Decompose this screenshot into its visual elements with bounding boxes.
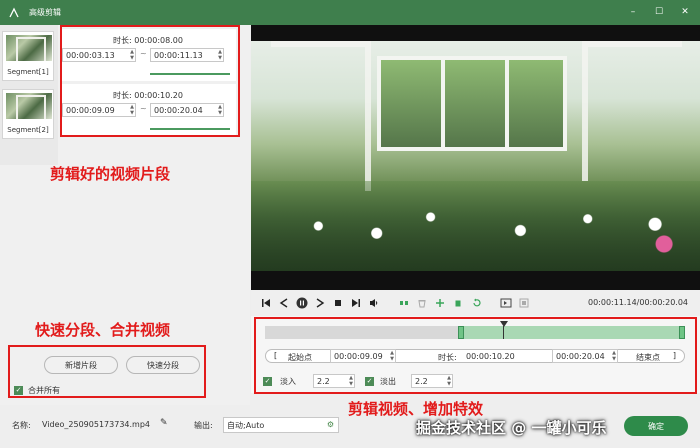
next-frame-icon[interactable] [313, 296, 327, 310]
fade-out-checkbox[interactable]: ✓ [365, 377, 374, 386]
merge-all-label: 合并所有 [28, 386, 60, 395]
confirm-button[interactable]: 确定 [624, 416, 688, 436]
video-frame [251, 41, 700, 271]
left-bracket-icon: [ [274, 351, 278, 360]
fade-controls: ✓ 淡入 2.2 ▲ ▼ ✓ 淡出 2.2 ▲ ▼ [263, 374, 463, 388]
spinner-icon[interactable]: ▲ ▼ [447, 375, 451, 387]
undo-icon[interactable] [469, 296, 483, 310]
playhead-line [503, 326, 504, 339]
add-segment-button[interactable]: 新增片段 [44, 356, 118, 374]
title-bar: 高级剪辑 – ☐ ✕ [0, 0, 700, 25]
fade-out-input[interactable]: 2.2 ▲ ▼ [411, 374, 453, 388]
highlight-box [60, 25, 240, 137]
screen-icon[interactable] [517, 296, 531, 310]
right-bracket-icon: ] [672, 351, 676, 360]
flower-foreground [251, 181, 700, 271]
time-range-row: [ 起始点 00:00:09.09 ▲ ▼ 时长: 00:00:10.20 00:0… [265, 349, 685, 363]
video-thumbnail [6, 93, 52, 119]
previous-frame-icon[interactable] [277, 296, 291, 310]
edit-annotation: 剪辑视频、增加特效 [348, 400, 484, 418]
skip-end-icon[interactable] [349, 296, 363, 310]
crop-icon[interactable] [499, 296, 513, 310]
segments-annotation: 剪辑好的视频片段 [50, 165, 171, 183]
output-label: 输出: [194, 421, 213, 430]
skip-start-icon[interactable] [259, 296, 273, 310]
playhead-marker[interactable] [500, 321, 508, 327]
delete-icon[interactable] [415, 296, 429, 310]
spinner-icon[interactable]: ▲ ▼ [390, 350, 394, 362]
fade-in-input[interactable]: 2.2 ▲ ▼ [313, 374, 355, 388]
start-handle[interactable] [458, 326, 464, 339]
segment-thumbnail-2[interactable]: Segment[2] [2, 89, 54, 139]
segment-thumbnail-1[interactable]: Segment[1] [2, 31, 54, 81]
spinner-icon[interactable]: ▲ ▼ [612, 350, 616, 362]
end-time-input[interactable]: 00:00:20.04 ▲ ▼ [552, 349, 618, 363]
duration-value: 00:00:10.20 [466, 352, 515, 361]
playback-time: 00:00:11.14/00:00:20.04 [588, 298, 688, 307]
gear-icon[interactable]: ⚙ [327, 420, 334, 429]
timeline-panel: [ 起始点 00:00:09.09 ▲ ▼ 时长: 00:00:10.20 00:0… [251, 316, 700, 394]
minimize-button[interactable]: – [626, 5, 640, 19]
split-annotation: 快速分段、合并视频 [35, 321, 171, 339]
split-icon[interactable] [397, 296, 411, 310]
close-button[interactable]: ✕ [678, 5, 692, 19]
file-name: Video_250905173734.mp4 [42, 420, 150, 429]
edit-icon[interactable]: ✎ [160, 418, 168, 428]
window-frame-left [271, 41, 371, 191]
fade-out-label: 淡出 [380, 377, 396, 386]
timeline-selection [460, 326, 685, 339]
output-select[interactable]: 自动;Auto ⚙ [223, 417, 339, 433]
window-view [377, 56, 567, 151]
end-handle[interactable] [679, 326, 685, 339]
start-point-button[interactable]: 起始点 [288, 352, 312, 363]
quick-split-button[interactable]: 快速分段 [126, 356, 200, 374]
fade-in-checkbox[interactable]: ✓ [263, 377, 272, 386]
duration-label: 时长: [438, 353, 457, 362]
maximize-button[interactable]: ☐ [652, 5, 666, 19]
copy-icon[interactable] [451, 296, 465, 310]
start-time-input[interactable]: 00:00:09.09 ▲ ▼ [330, 349, 396, 363]
stop-icon[interactable] [331, 296, 345, 310]
window-frame-right [582, 41, 682, 181]
segment-label: Segment[2] [7, 126, 49, 134]
spinner-icon[interactable]: ▲ ▼ [349, 375, 353, 387]
fade-in-label: 淡入 [280, 377, 296, 386]
watermark: 掘金技术社区 @ 一罐小可乐 [416, 419, 607, 437]
pause-icon[interactable] [295, 296, 309, 310]
app-icon [7, 6, 21, 20]
segment-panel: Segment[1] Segment[2] 时长: 00:00:08.00 00… [0, 25, 250, 405]
add-icon[interactable] [433, 296, 447, 310]
video-preview[interactable] [251, 25, 700, 290]
segment-thumbnail-list: Segment[1] Segment[2] [0, 25, 58, 165]
video-thumbnail [6, 35, 52, 61]
divider-marker [238, 83, 240, 105]
volume-icon[interactable] [367, 296, 381, 310]
window-title: 高级剪辑 [29, 8, 61, 17]
merge-all-checkbox[interactable]: ✓ [14, 386, 23, 395]
timeline-track[interactable] [265, 321, 685, 339]
end-point-button[interactable]: 结束点 [636, 352, 660, 363]
segment-label: Segment[1] [7, 68, 49, 76]
player-controls: 00:00:11.14/00:00:20.04 [251, 290, 700, 316]
name-label: 名称: [12, 421, 31, 430]
